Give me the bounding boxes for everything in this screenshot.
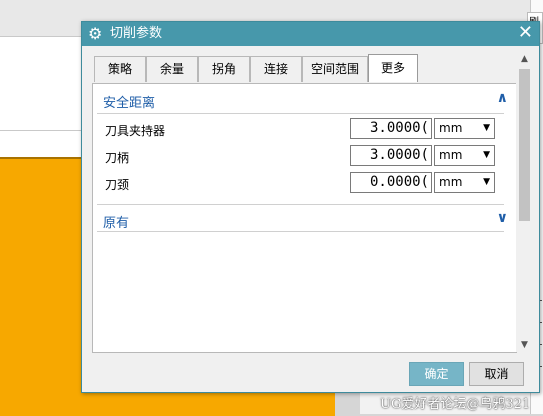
dropdown-arrow-icon: ▼ [483, 150, 490, 160]
dropdown-arrow-icon: ▼ [483, 177, 490, 187]
holder-clearance-input[interactable]: 3.0000( [350, 118, 432, 139]
neck-label: 刀颈 [105, 178, 130, 192]
dialog-title: 切削参数 [110, 26, 163, 41]
section-divider [97, 113, 504, 114]
section-safe-distance-header[interactable]: 安全距离 [103, 92, 155, 111]
dialog-titlebar[interactable]: ⚙ 切削参数 ✕ [82, 22, 539, 46]
unit-value: mm [439, 121, 463, 135]
unit-value: mm [439, 175, 463, 189]
tab-more[interactable]: 更多 [368, 54, 418, 82]
chevron-up-icon[interactable]: ∧ [497, 90, 508, 106]
neck-unit-select[interactable]: mm ▼ [434, 172, 495, 193]
tab-containment[interactable]: 空间范围 [302, 56, 368, 82]
chevron-down-icon[interactable]: ∨ [497, 210, 508, 226]
shank-label: 刀柄 [105, 151, 130, 165]
holder-label: 刀具夹持器 [105, 124, 166, 138]
holder-unit-select[interactable]: mm ▼ [434, 118, 495, 139]
watermark: UG爱好者论坛@乌鸦321 [380, 397, 531, 412]
unit-value: mm [439, 148, 463, 162]
cancel-button[interactable]: 取消 [469, 362, 524, 386]
ok-button[interactable]: 确定 [409, 362, 464, 386]
app-left-panel [0, 36, 82, 157]
section-divider [97, 204, 504, 205]
scroll-down-icon[interactable]: ▼ [516, 338, 533, 352]
shank-unit-select[interactable]: mm ▼ [434, 145, 495, 166]
shank-clearance-input[interactable]: 3.0000( [350, 145, 432, 166]
close-icon[interactable]: ✕ [518, 23, 533, 43]
app-divider [0, 130, 82, 131]
section-legacy-header[interactable]: 原有 [103, 212, 129, 231]
tab-strategy[interactable]: 策略 [94, 56, 146, 82]
scroll-up-icon[interactable]: ▲ [516, 52, 533, 66]
neck-clearance-input[interactable]: 0.0000( [350, 172, 432, 193]
tab-connections[interactable]: 连接 [250, 56, 302, 82]
tab-content-panel: 安全距离 ∧ 刀具夹持器 3.0000( mm ▼ 刀柄 3.0000( mm … [92, 83, 517, 353]
tab-stock[interactable]: 余量 [146, 56, 198, 82]
section-divider [97, 231, 504, 232]
dropdown-arrow-icon: ▼ [483, 123, 490, 133]
cutting-parameters-dialog: ⚙ 切削参数 ✕ 策略 余量 拐角 连接 空间范围 更多 安全距离 ∧ 刀具夹持… [81, 21, 540, 393]
gear-icon: ⚙ [88, 24, 103, 43]
vertical-scrollbar[interactable]: ▲ ▼ [516, 52, 533, 352]
tab-corners[interactable]: 拐角 [198, 56, 250, 82]
scroll-thumb[interactable] [519, 69, 530, 221]
